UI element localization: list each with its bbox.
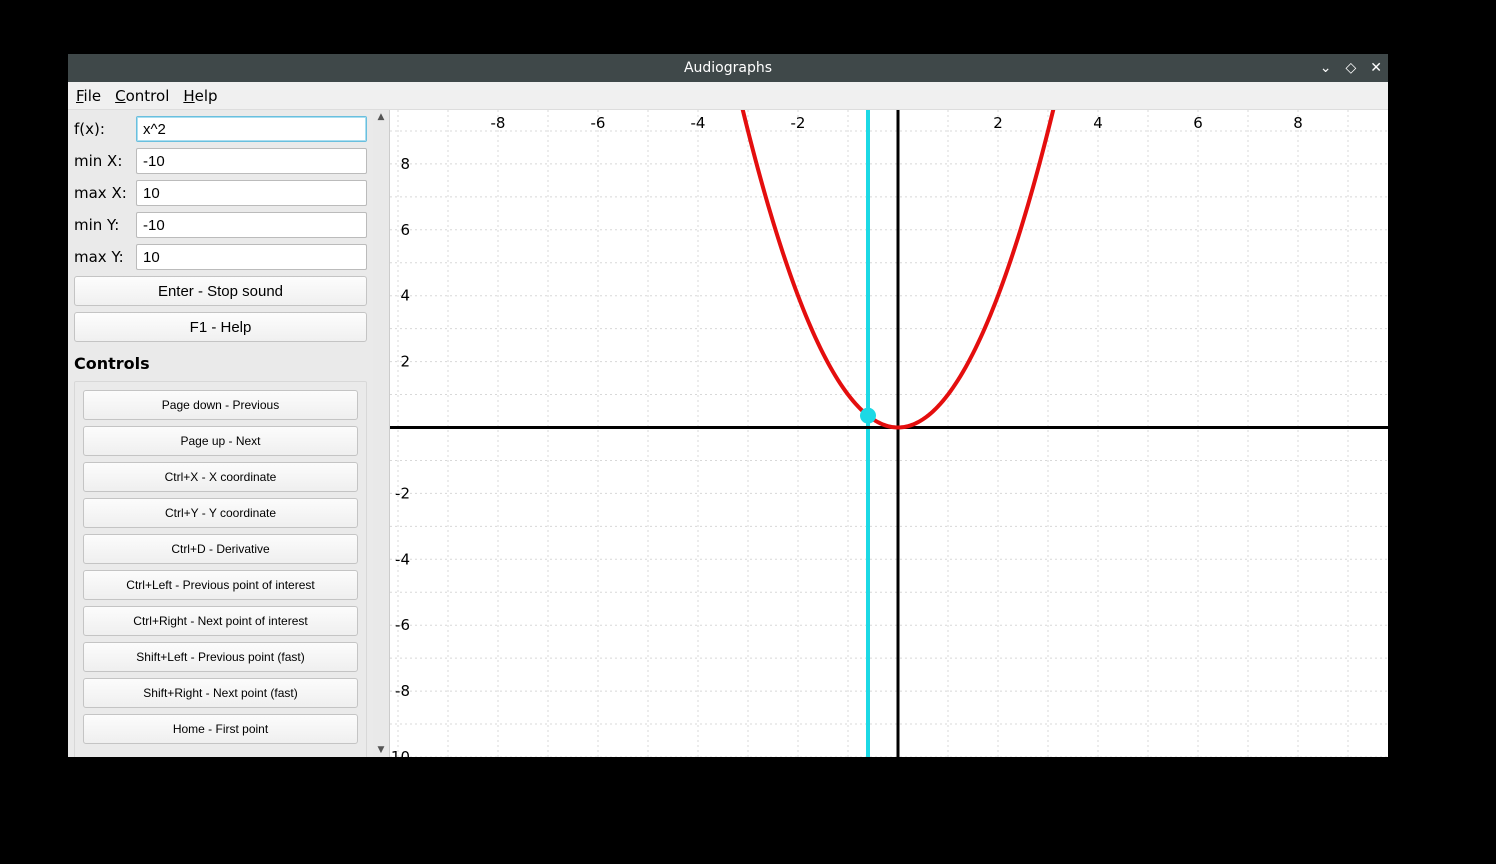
svg-text:-6: -6 [591, 114, 606, 132]
controls-header: Controls [74, 354, 367, 373]
svg-text:-4: -4 [691, 114, 706, 132]
app-window: Audiographs ⌄ ◇ ✕ File Control Help f(x)… [68, 54, 1388, 757]
svg-text:-2: -2 [395, 484, 410, 502]
control-shift-left[interactable]: Shift+Left - Previous point (fast) [83, 642, 358, 672]
maximize-icon[interactable]: ◇ [1345, 60, 1356, 76]
menu-file[interactable]: File [76, 87, 101, 105]
body: f(x): min X: max X: min Y: max Y: [68, 110, 1388, 757]
control-ctrl-d[interactable]: Ctrl+D - Derivative [83, 534, 358, 564]
maxx-input[interactable] [136, 180, 367, 206]
control-home[interactable]: Home - First point [83, 714, 358, 744]
svg-text:4: 4 [400, 287, 410, 305]
miny-label: min Y: [74, 216, 136, 234]
svg-text:-8: -8 [395, 682, 410, 700]
control-shift-right[interactable]: Shift+Right - Next point (fast) [83, 678, 358, 708]
close-icon[interactable]: ✕ [1370, 60, 1382, 76]
control-ctrl-right[interactable]: Ctrl+Right - Next point of interest [83, 606, 358, 636]
window-controls: ⌄ ◇ ✕ [1320, 54, 1382, 82]
svg-text:2: 2 [993, 114, 1003, 132]
svg-text:4: 4 [1093, 114, 1103, 132]
minx-label: min X: [74, 152, 136, 170]
minx-input[interactable] [136, 148, 367, 174]
svg-text:-2: -2 [791, 114, 806, 132]
svg-text:8: 8 [1293, 114, 1303, 132]
svg-text:6: 6 [1193, 114, 1203, 132]
scroll-down-icon[interactable]: ▼ [378, 745, 385, 755]
scroll-up-icon[interactable]: ▲ [378, 112, 385, 122]
menu-control[interactable]: Control [115, 87, 169, 105]
svg-text:-6: -6 [395, 616, 410, 634]
control-ctrl-left[interactable]: Ctrl+Left - Previous point of interest [83, 570, 358, 600]
control-ctrl-x[interactable]: Ctrl+X - X coordinate [83, 462, 358, 492]
maxx-label: max X: [74, 184, 136, 202]
control-page-down[interactable]: Page down - Previous [83, 390, 358, 420]
svg-text:-10: -10 [390, 748, 410, 757]
fx-input[interactable] [136, 116, 367, 142]
svg-text:8: 8 [400, 155, 410, 173]
controls-panel: Page down - Previous Page up - Next Ctrl… [74, 381, 367, 757]
plot-canvas: -8-6-4-22468108642-2-4-6-8-10 [390, 110, 1388, 757]
sidebar: f(x): min X: max X: min Y: max Y: [68, 110, 390, 757]
minimize-icon[interactable]: ⌄ [1320, 60, 1332, 76]
titlebar: Audiographs ⌄ ◇ ✕ [68, 54, 1388, 82]
svg-text:-4: -4 [395, 550, 410, 568]
help-button[interactable]: F1 - Help [74, 312, 367, 342]
control-ctrl-y[interactable]: Ctrl+Y - Y coordinate [83, 498, 358, 528]
menubar: File Control Help [68, 82, 1388, 110]
sidebar-scrollbar[interactable]: ▲ ▼ [373, 110, 389, 757]
svg-text:6: 6 [400, 221, 410, 239]
window-title: Audiographs [684, 60, 772, 76]
enter-button[interactable]: Enter - Stop sound [74, 276, 367, 306]
svg-text:-8: -8 [491, 114, 506, 132]
miny-input[interactable] [136, 212, 367, 238]
menu-help[interactable]: Help [183, 87, 217, 105]
svg-text:2: 2 [400, 353, 410, 371]
maxy-input[interactable] [136, 244, 367, 270]
fx-label: f(x): [74, 120, 136, 138]
plot-area[interactable]: -8-6-4-22468108642-2-4-6-8-10 [390, 110, 1388, 757]
maxy-label: max Y: [74, 248, 136, 266]
control-page-up[interactable]: Page up - Next [83, 426, 358, 456]
